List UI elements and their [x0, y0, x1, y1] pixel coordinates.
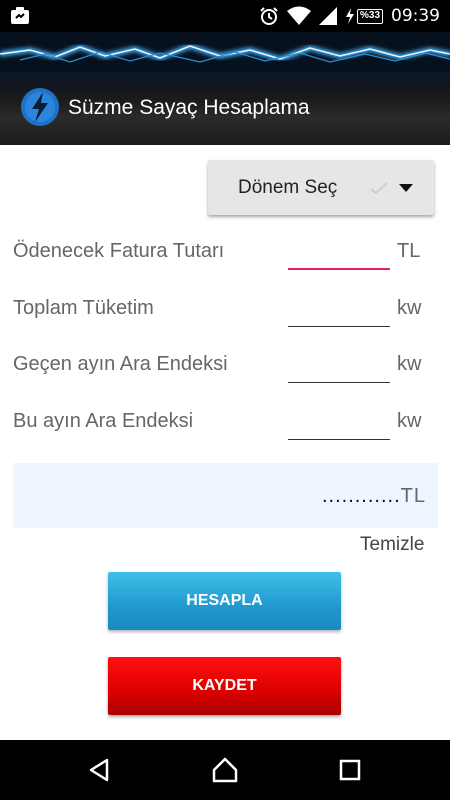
navigation-bar — [0, 740, 450, 800]
app-header: Süzme Sayaç Hesaplama — [0, 32, 450, 145]
recent-apps-icon[interactable] — [335, 755, 365, 785]
result-value: ............ — [321, 485, 401, 507]
save-button[interactable]: KAYDET — [108, 657, 341, 715]
notification-icon — [11, 7, 29, 24]
last-month-index-input[interactable] — [288, 347, 390, 383]
select-period-label: Dönem Seç — [238, 177, 338, 198]
last-month-index-label: Geçen ayın Ara Endeksi — [13, 353, 228, 375]
home-icon[interactable] — [210, 755, 240, 785]
status-bar: %33 09:39 — [0, 0, 450, 32]
wifi-icon — [286, 6, 311, 25]
this-month-index-unit: kw — [397, 410, 422, 432]
lightning-logo-icon — [21, 88, 59, 126]
checkmark-icon — [370, 182, 388, 194]
result-output: ............TL — [322, 485, 426, 508]
last-month-index-unit: kw — [397, 353, 422, 375]
total-consumption-unit: kw — [397, 297, 422, 319]
back-icon[interactable] — [85, 755, 115, 785]
result-unit: TL — [400, 485, 426, 507]
this-month-index-label: Bu ayın Ara Endeksi — [13, 410, 194, 432]
total-consumption-input[interactable] — [288, 291, 390, 327]
status-time: 09:39 — [391, 6, 440, 26]
battery-level: %33 — [356, 8, 383, 24]
page-title: Süzme Sayaç Hesaplama — [68, 96, 310, 119]
charging-bolt-icon — [345, 8, 354, 24]
total-consumption-label: Toplam Tüketim — [13, 297, 154, 319]
lightning-banner-image — [0, 32, 450, 72]
invoice-amount-unit: TL — [397, 240, 421, 262]
calculate-button[interactable]: HESAPLA — [108, 572, 341, 630]
this-month-index-input[interactable] — [288, 404, 390, 440]
invoice-amount-label: Ödenecek Fatura Tutarı — [13, 240, 225, 262]
battery-icon: %33 — [345, 8, 383, 24]
select-period-button[interactable]: Dönem Seç — [208, 160, 434, 215]
alarm-icon — [260, 7, 278, 25]
main-content: Dönem Seç Ödenecek Fatura Tutarı TL Topl… — [0, 145, 450, 740]
dropdown-arrow-icon — [399, 184, 413, 192]
signal-icon — [318, 7, 337, 25]
clear-button[interactable]: Temizle — [360, 534, 424, 556]
result-panel: ............TL — [13, 463, 438, 528]
invoice-amount-input[interactable] — [288, 234, 390, 270]
